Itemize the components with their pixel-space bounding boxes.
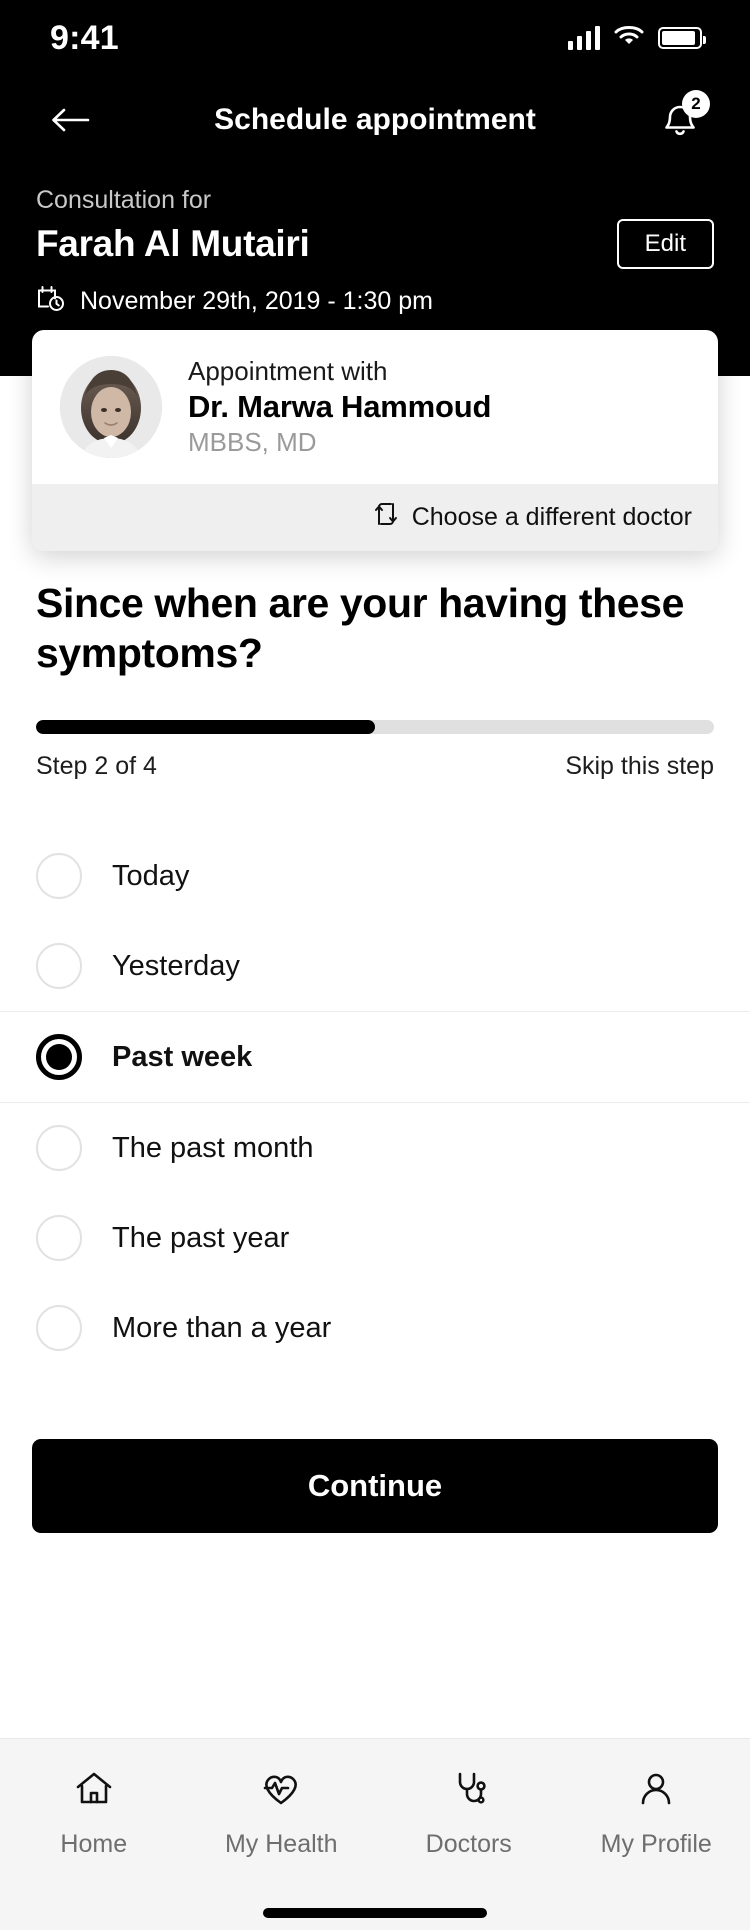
doctor-card-holder: Appointment with Dr. Marwa Hammoud MBBS,… <box>0 330 750 551</box>
avatar-illustration <box>60 356 162 458</box>
nav-label: Home <box>60 1830 128 1858</box>
option-row[interactable]: Today <box>0 831 750 921</box>
step-row: Step 2 of 4 Skip this step <box>36 752 714 781</box>
nav-item-home[interactable]: Home <box>0 1767 188 1859</box>
battery-icon <box>658 27 706 49</box>
appointment-datetime: November 29th, 2019 - 1:30 pm <box>80 287 433 315</box>
radio-icon[interactable] <box>36 1125 82 1172</box>
consultation-label: Consultation for <box>36 186 212 214</box>
notification-badge: 2 <box>682 90 710 118</box>
change-doctor-button[interactable]: Choose a different doctor <box>32 484 718 551</box>
radio-icon[interactable] <box>36 943 82 990</box>
status-bar: 9:41 <box>0 0 750 76</box>
radio-icon[interactable] <box>36 1215 82 1262</box>
status-icons <box>568 24 706 53</box>
option-label: More than a year <box>112 1311 332 1344</box>
progress-bar <box>36 720 714 735</box>
wifi-icon <box>614 24 644 53</box>
cellular-bars-icon <box>568 26 600 50</box>
home-indicator <box>263 1908 487 1918</box>
bottom-nav: Home My Health Doctors My Profile <box>0 1738 750 1930</box>
appointment-datetime-row: November 29th, 2019 - 1:30 pm <box>36 283 714 320</box>
doctor-card: Appointment with Dr. Marwa Hammoud MBBS,… <box>32 330 718 551</box>
option-label: Yesterday <box>112 949 240 982</box>
continue-button[interactable]: Continue <box>32 1439 718 1534</box>
back-arrow-icon <box>52 108 90 132</box>
bottom-nav-tabs: Home My Health Doctors My Profile <box>0 1767 750 1859</box>
question-section: Since when are your having these symptom… <box>0 516 750 781</box>
nav-label: My Health <box>224 1830 338 1858</box>
doctor-main: Appointment with Dr. Marwa Hammoud MBBS,… <box>32 330 718 484</box>
edit-button[interactable]: Edit <box>616 219 714 269</box>
question-text: Since when are your having these symptom… <box>36 580 684 677</box>
patient-name: Farah Al Mutairi <box>36 223 310 264</box>
option-label: Past week <box>112 1040 253 1073</box>
calendar-clock-icon <box>36 283 66 320</box>
nav-item-my-health[interactable]: My Health <box>188 1767 376 1859</box>
nav-label: Doctors <box>425 1830 512 1858</box>
person-icon <box>634 1767 678 1816</box>
dark-header-region: 9:41 Schedule appointment 2 Consultation… <box>0 0 750 376</box>
heart-pulse-icon <box>259 1767 303 1816</box>
notifications-button[interactable]: 2 <box>654 90 710 146</box>
option-row[interactable]: The past year <box>0 1193 750 1283</box>
doctor-name: Dr. Marwa Hammoud <box>188 389 492 424</box>
back-button[interactable] <box>44 94 96 146</box>
appointment-with-label: Appointment with <box>188 356 388 386</box>
swap-arrows-icon <box>372 500 400 535</box>
option-label: The past month <box>112 1131 314 1164</box>
doctor-credentials: MBBS, MD <box>188 427 317 457</box>
app-screen: 9:41 Schedule appointment 2 Consultation… <box>0 0 750 1930</box>
option-row[interactable]: The past month <box>0 1103 750 1193</box>
option-row[interactable]: More than a year <box>0 1283 750 1373</box>
radio-icon[interactable] <box>36 853 82 900</box>
option-row-selected[interactable]: Past week <box>0 1011 750 1104</box>
stethoscope-icon <box>447 1767 491 1816</box>
consultation-info: Consultation for Farah Al Mutairi Edit N… <box>0 164 750 320</box>
change-doctor-label: Choose a different doctor <box>411 503 692 531</box>
step-label: Step 2 of 4 <box>36 752 157 781</box>
option-label: Today <box>112 859 190 892</box>
home-icon <box>72 1767 116 1816</box>
page-title: Schedule appointment <box>214 103 536 136</box>
options-list: Today Yesterday Past week The past month… <box>0 831 750 1373</box>
nav-item-doctors[interactable]: Doctors <box>375 1767 563 1859</box>
radio-icon[interactable] <box>36 1305 82 1352</box>
radio-icon-selected[interactable] <box>36 1034 82 1081</box>
nav-label: My Profile <box>600 1830 712 1858</box>
option-row[interactable]: Yesterday <box>0 921 750 1011</box>
skip-step-link[interactable]: Skip this step <box>565 752 714 781</box>
option-label: The past year <box>112 1221 290 1254</box>
doctor-text: Appointment with Dr. Marwa Hammoud MBBS,… <box>188 356 491 458</box>
patient-row: Farah Al Mutairi Edit <box>36 219 714 269</box>
continue-wrap: Continue <box>0 1439 750 1534</box>
nav-bar: Schedule appointment 2 <box>0 76 750 164</box>
progress-fill <box>36 720 375 735</box>
status-time: 9:41 <box>50 18 119 57</box>
nav-item-my-profile[interactable]: My Profile <box>563 1767 750 1859</box>
doctor-avatar <box>60 356 162 458</box>
